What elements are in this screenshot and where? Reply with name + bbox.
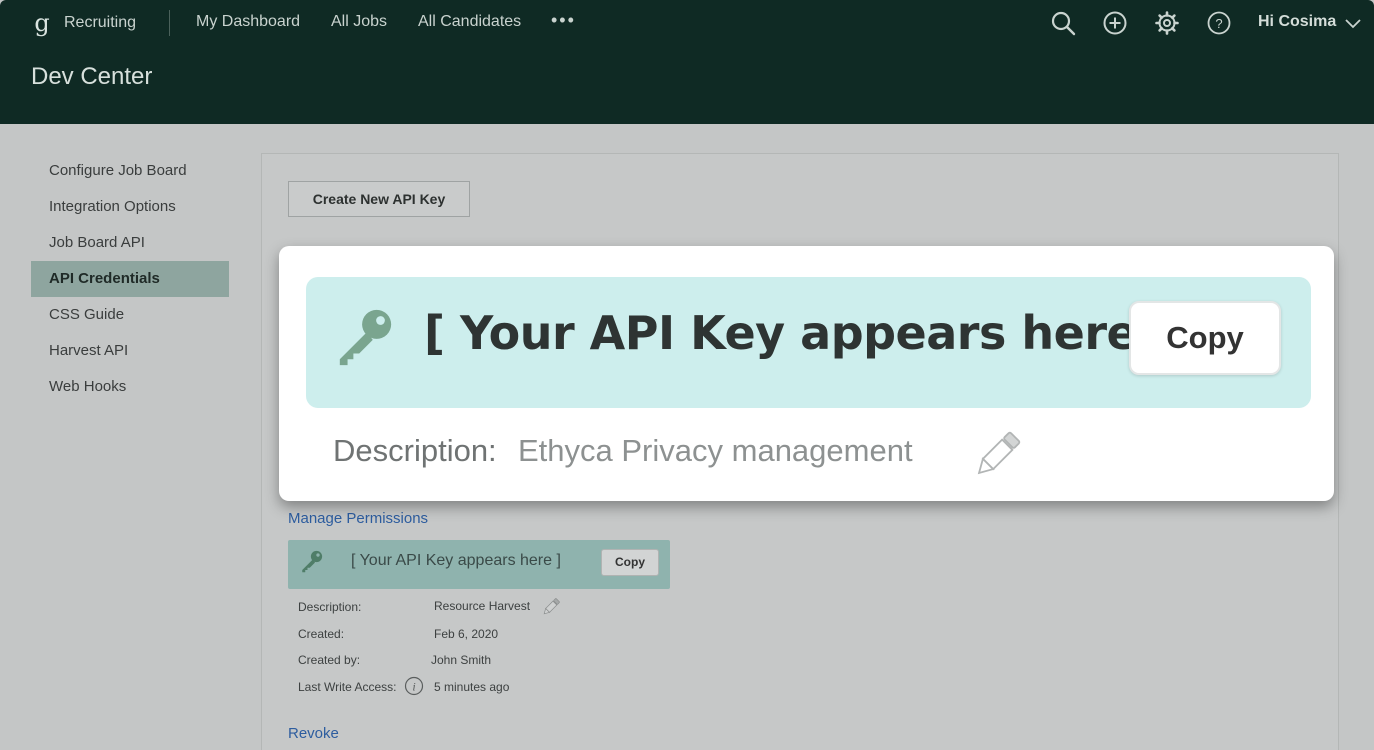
api-key-value: [ Your API Key appears here ]: [351, 552, 561, 569]
zoom-description-label: Description:: [333, 433, 497, 468]
sidebar-item-job-board-api[interactable]: Job Board API: [31, 225, 229, 261]
created-by-label: Created by:: [298, 653, 361, 667]
chevron-down-icon[interactable]: [1344, 16, 1362, 30]
top-nav: g Recruiting My Dashboard All Jobs All C…: [0, 0, 1374, 46]
help-icon[interactable]: ?: [1206, 10, 1232, 36]
nav-my-dashboard[interactable]: My Dashboard: [196, 13, 300, 31]
zoom-description-value: Ethyca Privacy management: [518, 433, 913, 468]
sidebar-item-api-credentials[interactable]: API Credentials: [31, 261, 229, 297]
svg-text:i: i: [412, 680, 415, 694]
sidebar-item-css-guide[interactable]: CSS Guide: [31, 297, 229, 333]
pencil-icon[interactable]: [540, 596, 562, 618]
created-value: Feb 6, 2020: [434, 627, 499, 641]
brand-logo-icon: g: [34, 9, 50, 37]
nav-all-candidates[interactable]: All Candidates: [418, 13, 521, 31]
top-header: g Recruiting My Dashboard All Jobs All C…: [0, 0, 1374, 124]
pencil-icon[interactable]: [968, 426, 1026, 484]
brand[interactable]: g Recruiting: [32, 8, 136, 38]
sidebar-item-web-hooks[interactable]: Web Hooks: [31, 369, 229, 405]
revoke-link[interactable]: Revoke: [288, 725, 339, 742]
copy-button[interactable]: Copy: [601, 549, 659, 576]
page-title: Dev Center: [31, 63, 153, 90]
last-write-access-value: 5 minutes ago: [434, 680, 510, 694]
key-icon: [339, 309, 392, 366]
zoom-copy-button[interactable]: Copy: [1129, 301, 1281, 375]
last-write-access-label: Last Write Access:: [298, 680, 397, 694]
gear-icon[interactable]: [1154, 10, 1180, 36]
nav-divider: [169, 10, 170, 36]
sidebar-item-integration-options[interactable]: Integration Options: [31, 189, 229, 225]
zoom-api-key-value: [ Your API Key appears here ]: [424, 306, 1174, 360]
info-icon[interactable]: i: [404, 676, 424, 696]
created-label: Created:: [298, 627, 345, 641]
key-icon: [302, 550, 323, 573]
more-menu-icon[interactable]: •••: [551, 10, 576, 31]
sidebar-item-harvest-api[interactable]: Harvest API: [31, 333, 229, 369]
created-by-value: John Smith: [431, 653, 492, 667]
search-icon[interactable]: [1050, 10, 1076, 36]
user-greeting[interactable]: Hi Cosima: [1258, 13, 1336, 31]
nav-all-jobs[interactable]: All Jobs: [331, 13, 387, 31]
svg-text:?: ?: [1215, 16, 1222, 31]
create-api-key-button[interactable]: Create New API Key: [288, 181, 470, 217]
description-label: Description:: [298, 600, 362, 614]
manage-permissions-link[interactable]: Manage Permissions: [288, 510, 428, 527]
add-circle-icon[interactable]: [1102, 10, 1128, 36]
description-value: Resource Harvest: [434, 599, 531, 613]
brand-name: Recruiting: [64, 14, 137, 31]
sidebar-item-configure-job-board[interactable]: Configure Job Board: [31, 153, 229, 189]
